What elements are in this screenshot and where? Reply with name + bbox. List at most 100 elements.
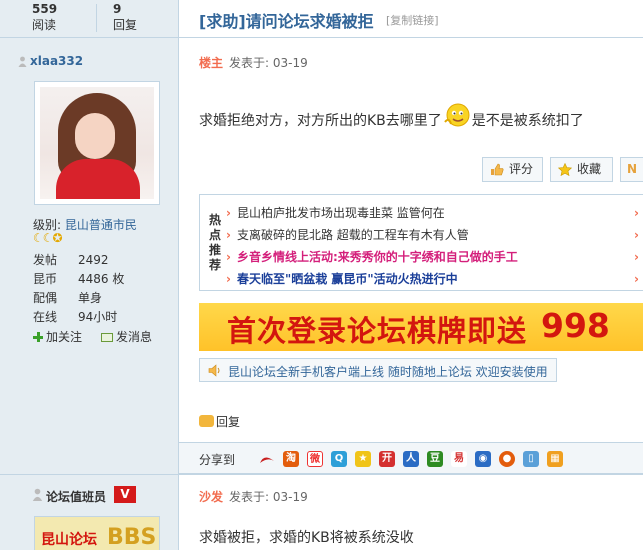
profile-value: 4486 枚 xyxy=(78,272,125,286)
post-content: [求助]请问论坛求婚被拒 [复制链接] 楼主 发表于: 03-19 求婚拒绝对方，… xyxy=(179,0,643,550)
replies-count: 9 xyxy=(113,2,122,16)
more-button[interactable]: N xyxy=(620,157,643,182)
envelope-icon xyxy=(101,333,113,342)
author-name-link[interactable]: 论坛值班员 xyxy=(46,488,106,505)
rate-button[interactable]: 评分 xyxy=(482,157,543,182)
speaker-icon xyxy=(208,364,220,377)
post-text: 求婚拒绝对方，对方所出的KB去哪里了 xyxy=(199,113,442,129)
baidu-icon[interactable]: 易 xyxy=(451,451,467,467)
profile-stats: 发帖 2492 昆币 4486 枚 配偶 单身 在线 94小时 xyxy=(33,251,163,327)
verified-badge-icon: V xyxy=(114,486,136,503)
hot-link-text: 乡音乡情线上活动:来秀秀你的十字绣和自己做的手工 xyxy=(236,250,518,264)
message-label: 发消息 xyxy=(116,330,153,344)
post-time: 发表于: 03-19 xyxy=(229,56,308,70)
more-icon[interactable]: ▦ xyxy=(547,451,563,467)
profile-value: 单身 xyxy=(78,291,103,305)
author-sidebar: 559 阅读 9 回复 xlaa332 级别: 昆山普通市民 ☾☾✪ 发帖 24… xyxy=(0,0,179,550)
hot-label-char: 推 xyxy=(208,243,221,257)
hot-link[interactable]: ›作为 xyxy=(634,226,643,243)
post-meta: 楼主 发表于: 03-19 xyxy=(199,54,308,71)
hot-link[interactable]: ›女子 xyxy=(634,204,643,221)
weibo-icon[interactable]: 微 xyxy=(307,451,323,467)
apple-icon[interactable]: ● xyxy=(499,451,515,467)
profile-key: 在线 xyxy=(33,310,58,324)
floor-label: 楼主 xyxy=(199,56,224,70)
profile-key: 发帖 xyxy=(33,253,58,267)
promo-banner[interactable]: 首次登录论坛棋牌即送 998 xyxy=(199,303,643,351)
plus-icon xyxy=(33,332,43,342)
smiley-emoticon-icon xyxy=(444,103,470,127)
banner-text: 首次登录论坛棋牌即送 xyxy=(227,314,528,348)
thread-stats: 559 阅读 9 回复 xyxy=(0,0,179,38)
hot-link-text: 支离破碎的昆北路 超载的工程车有木有人管 xyxy=(236,228,469,242)
mobile-icon[interactable]: ▯ xyxy=(523,451,539,467)
stats-divider xyxy=(96,4,97,32)
hot-link[interactable]: › 春天临至"晒盆栽 赢昆币"活动火热进行中 xyxy=(226,270,458,287)
hot-link[interactable]: ›大自 xyxy=(634,248,643,265)
post-meta: 沙发 发表于: 03-19 xyxy=(199,488,308,505)
thumbs-up-icon xyxy=(491,163,504,176)
author-name-link[interactable]: xlaa332 xyxy=(30,54,83,68)
share-label: 分享到 xyxy=(199,453,236,467)
post-separator xyxy=(0,474,643,475)
banner-number: 998 xyxy=(541,306,610,345)
profile-value: 94小时 xyxy=(78,310,118,324)
hot-link[interactable]: › 支离破碎的昆北路 超载的工程车有木有人管 xyxy=(226,226,469,243)
hot-link-text: 春天临至"晒盆栽 赢昆币"活动火热进行中 xyxy=(236,272,458,286)
favorite-button[interactable]: 收藏 xyxy=(550,157,613,182)
profile-row: 昆币 4486 枚 xyxy=(33,270,163,289)
tianya-icon[interactable] xyxy=(259,451,275,467)
profile-row: 配偶 单身 xyxy=(33,289,163,308)
thread-title-bar: [求助]请问论坛求婚被拒 [复制链接] xyxy=(179,0,643,38)
hot-link[interactable]: ›昆山 xyxy=(634,270,643,287)
follow-button[interactable]: 加关注 xyxy=(33,328,82,345)
notice-text: 昆山论坛全新手机客户端上线 随时随地上论坛 欢迎安装使用 xyxy=(228,365,548,379)
qzone-icon[interactable]: Q xyxy=(331,451,347,467)
hot-label-char: 热 xyxy=(208,213,221,227)
avatar-image xyxy=(40,87,154,199)
hot-link[interactable]: › 乡音乡情线上活动:来秀秀你的十字绣和自己做的手工 xyxy=(226,248,518,265)
reply-label: 回复 xyxy=(216,415,241,429)
app-notice-link[interactable]: 昆山论坛全新手机客户端上线 随时随地上论坛 欢迎安装使用 xyxy=(199,358,557,382)
views-count: 559 xyxy=(32,2,58,16)
user-offline-icon xyxy=(32,488,43,501)
renren2-icon[interactable]: 人 xyxy=(403,451,419,467)
profile-row: 在线 94小时 xyxy=(33,308,163,327)
level-value[interactable]: 昆山普通市民 xyxy=(65,218,137,232)
views-label: 阅读 xyxy=(32,18,57,32)
profile-value[interactable]: 2492 xyxy=(78,251,109,270)
profile-key: 配偶 xyxy=(33,291,58,305)
douban-icon[interactable]: 豆 xyxy=(427,451,443,467)
replies-stat: 9 回复 xyxy=(113,2,137,34)
logo-text: 昆山论坛 xyxy=(41,532,97,548)
hot-recommend-label: 热 点 推 荐 xyxy=(208,213,222,273)
hot-label-char: 荐 xyxy=(208,258,221,272)
hot-recommend-box: 热 点 推 荐 › 昆山柏庐批发市场出现毒韭菜 监管何在 › 支离破碎的昆北路 超载… xyxy=(199,194,643,291)
renren-icon[interactable]: 淘 xyxy=(283,451,299,467)
thread-title[interactable]: [求助]请问论坛求婚被拒 xyxy=(199,8,374,32)
views-stat: 559 阅读 xyxy=(32,2,57,34)
reply-button[interactable]: 回复 xyxy=(199,413,240,430)
kaixin001-icon[interactable]: 开 xyxy=(379,451,395,467)
rate-label: 评分 xyxy=(509,162,534,176)
post-body: 求婚拒绝对方，对方所出的KB去哪里了 是不是被系统扣了 xyxy=(199,103,584,136)
reply-bubble-icon xyxy=(199,415,214,427)
send-message-button[interactable]: 发消息 xyxy=(101,328,152,345)
avatar[interactable]: 昆山论坛 BBS xyxy=(34,516,160,550)
level-label: 级别: xyxy=(33,218,62,232)
hot-link-text: 昆山柏庐批发市场出现毒韭菜 监管何在 xyxy=(236,206,445,220)
share-bar: 分享到 淘 微 Q ★ 开 人 豆 易 ◉ ● ▯ ▦ xyxy=(179,442,643,474)
post-body: 求婚被拒，求婚的KB将被系统没收 xyxy=(199,530,414,546)
hot-link[interactable]: › 昆山柏庐批发市场出现毒韭菜 监管何在 xyxy=(226,204,445,221)
floor-label: 沙发 xyxy=(199,490,224,504)
post-text-continued: 是不是被系统扣了 xyxy=(471,113,584,129)
paw-icon[interactable]: ◉ xyxy=(475,451,491,467)
kaixin-icon[interactable]: ★ xyxy=(355,451,371,467)
author-name-row: xlaa332 xyxy=(18,54,83,68)
avatar[interactable] xyxy=(34,81,160,205)
level-stars-icon: ☾☾✪ xyxy=(33,231,63,245)
replies-label: 回复 xyxy=(113,18,138,32)
favorite-label: 收藏 xyxy=(577,162,602,176)
copy-link-button[interactable]: [复制链接] xyxy=(386,12,439,28)
star-icon xyxy=(558,163,572,176)
